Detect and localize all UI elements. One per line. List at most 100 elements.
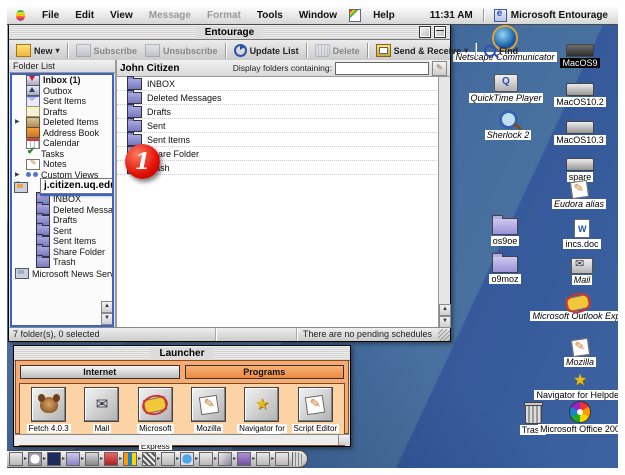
monitor-depth-module-icon[interactable] [123,452,137,466]
menu-message: Message [141,7,199,24]
menu-help[interactable]: Help [365,7,403,24]
control-strip[interactable]: ▸ ▸ ▸ ▸ ▸ ▸ ▸ ▸ ▸ ▸ ▸ ▸ ▸ ▸ [7,450,308,468]
account-name-edit-field[interactable]: j.citizen.uq.edu.au [40,178,114,194]
menu-tools[interactable]: Tools [249,7,291,24]
outbox-icon [26,85,40,96]
folder-icon [127,78,142,90]
scroll-up-icon[interactable]: ▲ [439,304,451,316]
filter-edit-icon[interactable] [432,61,447,76]
script-editor-button[interactable] [298,387,333,422]
subfolder-sent-items[interactable]: Sent Items [12,236,112,247]
printer-selector-module-icon[interactable] [104,452,118,466]
send-receive-button[interactable]: Send & Receive [372,43,473,58]
delete-button[interactable]: Delete [311,43,364,58]
subfolder-deleted-messages[interactable]: Deleted Messages [12,205,112,216]
subfolder-inbox[interactable]: INBOX [12,194,112,205]
folder-item-tasks[interactable]: Tasks [12,149,112,160]
zoom-box[interactable] [419,26,431,38]
mozilla-button[interactable] [191,387,226,422]
subscribe-button[interactable]: Subscribe [72,43,142,58]
folder-item-sent-items[interactable]: Sent Items [12,96,112,107]
menu-window[interactable]: Window [291,7,345,24]
subfolder-drafts[interactable]: Drafts [12,215,112,226]
desktop-pattern-module-icon[interactable] [142,452,156,466]
tab-internet[interactable]: Internet [20,365,180,379]
desktop-icon-microsoft-office[interactable]: Microsoft Office 200 [525,398,618,436]
clock-module-icon[interactable] [28,452,42,466]
subfolder-share-folder[interactable]: Share Folder [12,247,112,258]
menu-view[interactable]: View [102,7,141,24]
printer-module-icon[interactable] [161,452,175,466]
file-sharing-module-icon[interactable] [66,452,80,466]
folder-row-share-folder[interactable]: Share Folder [117,147,439,161]
disclosure-triangle-icon[interactable] [15,118,23,126]
send-receive-icon [376,44,391,57]
folder-row-sent-items[interactable]: Sent Items [117,133,439,147]
folder-row-deleted-messages[interactable]: Deleted Messages [117,91,439,105]
mail-button[interactable]: ✉ [84,387,119,422]
control-strip-tab-handle[interactable] [292,452,304,466]
module-arrow-icon: ▸ [43,453,46,465]
new-button[interactable]: New [12,43,64,58]
folder-view-scrollbar[interactable]: ▲ ▼ [438,77,450,328]
folder-item-deleted-items[interactable]: Deleted Items [12,117,112,128]
folder-row-inbox[interactable]: INBOX [117,77,439,91]
find-button[interactable]: Find [480,44,522,58]
desktop-icon-incs-doc[interactable]: incs.doc [527,213,618,251]
misc-module-icon[interactable] [275,452,289,466]
folder-row-sent[interactable]: Sent [117,119,439,133]
disk-module-icon[interactable] [256,452,270,466]
resize-grip-icon[interactable] [438,329,450,341]
scroll-up-icon[interactable]: ▲ [101,301,113,313]
toolbar-separator [367,43,369,58]
scripts-menu-icon[interactable] [349,9,361,22]
monitor-resolution-module-icon[interactable] [9,452,23,466]
desktop-icon-outlook-express[interactable]: Microsoft Outlook Expr [523,285,618,323]
update-list-button[interactable]: Update List [230,43,303,58]
scrollbar-button[interactable] [338,435,349,445]
folder-list-scrollbar[interactable]: ▲ ▼ [101,301,112,325]
disclosure-triangle-icon[interactable] [15,171,23,179]
folder-item-outbox[interactable]: Outbox [12,86,112,97]
launcher-hscrollbar[interactable] [15,434,349,445]
toolbar-separator [225,43,227,58]
scroll-down-icon[interactable]: ▼ [101,313,113,325]
unsubscribe-button[interactable]: Unsubscribe [141,43,222,58]
application-menu[interactable]: Microsoft Entourage [511,10,618,21]
filter-input[interactable] [335,62,429,75]
launcher-titlebar[interactable]: Launcher [14,346,350,361]
entourage-titlebar[interactable]: Entourage [9,25,450,40]
folder-item-news-server[interactable]: Microsoft News Server [12,268,112,280]
security-lock-module-icon[interactable] [85,452,99,466]
folder-item-notes[interactable]: Notes [12,159,112,170]
mail-module-icon[interactable] [199,452,213,466]
desktop-icon-macos10-3-drive[interactable]: MacOS10.3 [525,109,618,147]
desktop-icon-macos10-2-drive[interactable]: MacOS10.2 [525,71,618,109]
apple-menu[interactable] [7,10,34,21]
desktop-icon-eudora-alias[interactable]: Eudora alias [524,173,618,211]
folder-list-panel: Folder List Inbox (1) Outbox Sent Items … [9,60,117,328]
quicktime-module-icon[interactable] [180,452,194,466]
tab-programs[interactable]: Programs [185,365,345,379]
desktop-icon-navigator-helpdesk[interactable]: ★Navigator for Helpdes [525,364,618,402]
desktop-icon-macos9-drive[interactable]: MacOS9 [525,32,618,70]
module-arrow-icon: ▸ [81,453,84,465]
folder-row-drafts[interactable]: Drafts [117,105,439,119]
subfolder-sent[interactable]: Sent [12,226,112,237]
desktop-icon-mail[interactable]: Mail [527,249,618,287]
talk-module-icon[interactable] [237,452,251,466]
folder-item-inbox[interactable]: Inbox (1) [12,75,112,86]
navigator-helpdesk-button[interactable]: ★ [244,387,279,422]
subfolder-trash[interactable]: Trash [12,257,112,268]
module-arrow-icon: ▸ [195,453,198,465]
energy-saver-module-icon[interactable] [47,452,61,466]
menu-edit[interactable]: Edit [67,7,102,24]
outlook-express-button[interactable] [138,387,173,422]
folder-row-trash[interactable]: Trash [117,161,439,175]
folder-item-drafts[interactable]: Drafts [12,107,112,118]
collapse-box[interactable] [434,26,446,38]
folder-item-address-book[interactable]: Address Book [12,128,112,139]
fetch-button[interactable] [31,387,66,422]
menu-file[interactable]: File [34,7,67,24]
sound-volume-module-icon[interactable] [218,452,232,466]
